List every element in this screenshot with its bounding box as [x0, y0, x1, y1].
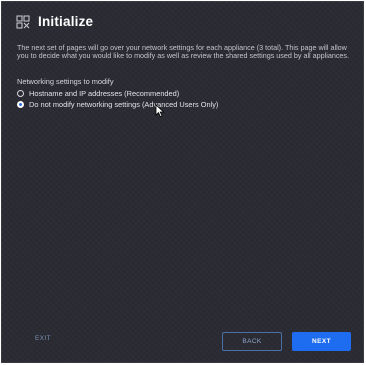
next-button[interactable]: NEXT — [292, 332, 351, 351]
back-button[interactable]: BACK — [222, 332, 282, 351]
page-description: The next set of pages will go over your … — [17, 43, 350, 61]
exit-button[interactable]: EXIT — [35, 335, 51, 342]
mouse-pointer-icon — [155, 104, 165, 118]
setup-grid-icon — [16, 15, 30, 29]
radio-do-not-modify[interactable]: Do not modify networking settings (Advan… — [17, 100, 218, 109]
page-title: Initialize — [38, 14, 94, 29]
radio-button[interactable] — [17, 90, 24, 97]
radio-label: Hostname and IP addresses (Recommended) — [29, 89, 180, 98]
radio-hostname-ip[interactable]: Hostname and IP addresses (Recommended) — [17, 89, 179, 98]
radio-button[interactable] — [17, 101, 24, 108]
initialize-dialog: Initialize The next set of pages will go… — [1, 1, 364, 363]
radio-label: Do not modify networking settings (Advan… — [29, 100, 219, 109]
dialog-header: Initialize — [16, 14, 93, 29]
networking-settings-label: Networking settings to modify — [17, 77, 114, 86]
